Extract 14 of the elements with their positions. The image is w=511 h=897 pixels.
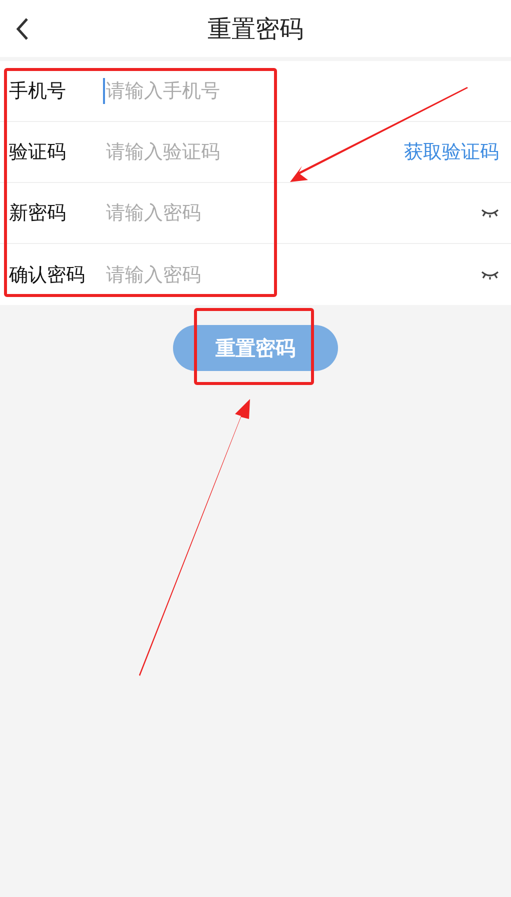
field-label: 新密码 (9, 201, 67, 226)
back-icon (15, 17, 29, 41)
input-field[interactable]: 请输入验证码 (103, 139, 404, 165)
get-code-link[interactable]: 获取验证码 (404, 139, 499, 165)
field-label: 手机号 (9, 79, 67, 104)
input-field[interactable]: 请输入密码 (103, 200, 481, 226)
reset-password-button[interactable]: 重置密码 (173, 325, 338, 371)
closed-eye-icon[interactable] (481, 270, 499, 280)
input-field[interactable]: 请输入手机号 (103, 78, 499, 104)
page-title: 重置密码 (208, 14, 304, 44)
field-label: 确认密码 (9, 262, 86, 288)
field-label: 验证码 (9, 140, 67, 165)
input-field[interactable]: 请输入密码 (103, 262, 481, 288)
closed-eye-icon[interactable] (481, 208, 499, 218)
